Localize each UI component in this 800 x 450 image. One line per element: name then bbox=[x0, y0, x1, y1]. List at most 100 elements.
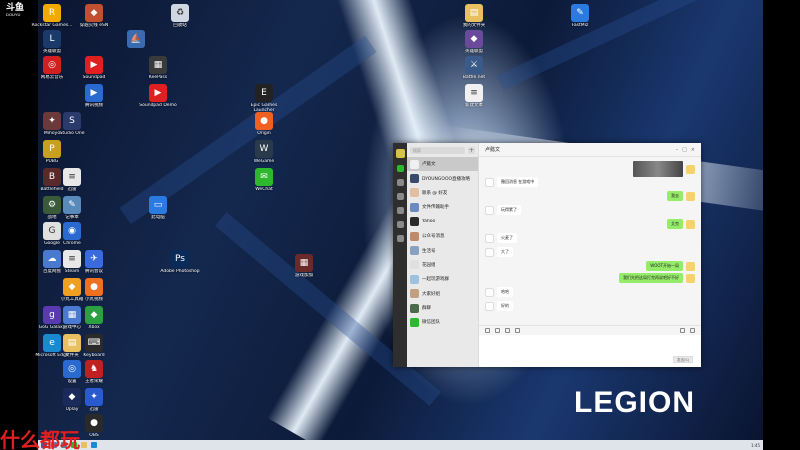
desktop-icon[interactable]: ✦ 迅雷 bbox=[74, 388, 114, 412]
conversation-item[interactable]: 文件传输助手 bbox=[407, 200, 478, 214]
clock[interactable]: 1:45 bbox=[751, 443, 760, 448]
avatar[interactable] bbox=[395, 149, 405, 158]
maximize-icon[interactable]: □ bbox=[682, 147, 687, 153]
minimize-icon[interactable]: – bbox=[676, 147, 679, 153]
avatar bbox=[485, 287, 494, 297]
desktop-icon[interactable]: ◆ Xbox bbox=[74, 306, 114, 330]
chat-message[interactable]: WOOT开始一局 bbox=[646, 261, 695, 271]
send-button[interactable]: 发送(S) bbox=[673, 356, 693, 363]
desktop-icon[interactable]: L 英雄联盟 bbox=[32, 30, 72, 54]
app-icon: ≡ bbox=[63, 168, 81, 186]
favorites-icon[interactable] bbox=[396, 193, 404, 200]
desktop-icon[interactable]: ● 小丸视频 bbox=[74, 278, 114, 302]
conversation-text: Yahoo bbox=[422, 219, 475, 224]
conversation-item[interactable]: 卢懿文 bbox=[407, 157, 478, 172]
chat-message[interactable]: 艾克 bbox=[667, 219, 695, 229]
desktop-icon-label: 新建文本 bbox=[465, 103, 483, 108]
desktop-icon[interactable]: ◆ 英雄联盟 bbox=[454, 30, 494, 54]
conversation-item[interactable]: 公众号消息 bbox=[407, 229, 478, 243]
message-bubble: 好的 bbox=[497, 301, 513, 311]
emoji-icon[interactable] bbox=[485, 328, 490, 333]
app-icon: ⚔ bbox=[465, 56, 483, 74]
desktop-icon[interactable]: ◆ 穿越火线 eSN bbox=[74, 4, 114, 28]
desktop-icon-label: 游戏加加 bbox=[295, 273, 313, 278]
desktop-icon[interactable]: ▦ 游戏加加 bbox=[284, 254, 324, 278]
message-input[interactable]: 发送(S) bbox=[479, 335, 701, 367]
conversation-item[interactable]: 微信团队 bbox=[407, 315, 478, 329]
desktop-icon[interactable]: ⚔ Battle.net bbox=[454, 56, 494, 80]
miniprogram-icon[interactable] bbox=[396, 235, 404, 242]
avatar bbox=[410, 217, 419, 227]
desktop-icon[interactable]: Ps Adobe Photoshop bbox=[160, 250, 200, 274]
folder-icon[interactable] bbox=[495, 328, 500, 333]
desktop-icon[interactable]: ● OBS bbox=[74, 414, 114, 438]
image-thumbnail[interactable] bbox=[633, 161, 683, 177]
conversation-item[interactable]: 联系 @ 好友 bbox=[407, 186, 478, 200]
chat-history-icon[interactable] bbox=[515, 328, 520, 333]
chat-message[interactable]: 玩得累了 bbox=[485, 205, 521, 215]
message-area: 撤回消息 在游戏中我去玩得累了艾克火麦了大了 WOOT开始一局我们先把这局打完再说… bbox=[479, 157, 701, 325]
app-icon: ♞ bbox=[85, 360, 103, 378]
desktop-icon-label: 腾讯视频 bbox=[85, 103, 103, 108]
message-bubble: 火麦了 bbox=[497, 233, 517, 243]
chat-icon[interactable] bbox=[396, 165, 404, 172]
explorer-icon[interactable] bbox=[81, 442, 87, 448]
desktop-icon[interactable]: ▭ 此电脑 bbox=[138, 196, 178, 220]
conversation-item[interactable]: DYOUNGOOO直播攻略 bbox=[407, 171, 478, 185]
conversation-item[interactable]: Yahoo bbox=[407, 215, 478, 229]
image-message[interactable] bbox=[633, 161, 695, 177]
desktop-icon[interactable]: S Studio One bbox=[52, 112, 92, 136]
chat-message[interactable]: 我们先把这局打完再说吧好不好 bbox=[619, 273, 695, 283]
conversation-name: 大家好组 bbox=[422, 291, 440, 297]
chat-message[interactable]: 火麦了 bbox=[485, 233, 517, 243]
chat-message[interactable]: 好的 bbox=[485, 301, 513, 311]
files-icon[interactable] bbox=[396, 207, 404, 214]
desktop-icon[interactable]: ⌨ Keyboard bbox=[74, 334, 114, 358]
chat-window[interactable]: 搜索 + 卢懿文 DYOUNGOOO直播攻略联系 @ 好友文件传输助手 Yahoo 公… bbox=[393, 143, 701, 367]
desktop-icon[interactable]: ◉ Chrome bbox=[52, 222, 92, 246]
desktop-icon[interactable]: ♞ 王者荣耀 bbox=[74, 360, 114, 384]
desktop-icon[interactable]: ▤ 我的文件夹 bbox=[454, 4, 494, 28]
desktop-icon[interactable]: ◎ 网易云音乐 bbox=[32, 56, 72, 80]
desktop-icon[interactable]: ▶ Soundpad bbox=[74, 56, 114, 80]
desktop-icon[interactable]: ≡ 迅雷 bbox=[52, 168, 92, 192]
desktop-icon[interactable]: ● Origin bbox=[244, 112, 284, 136]
conversation-item[interactable]: 大家好组 bbox=[407, 287, 478, 301]
desktop-icon[interactable]: ⛵ bbox=[116, 30, 156, 49]
conversation-name: 卢懿文 bbox=[422, 162, 436, 168]
avatar bbox=[686, 191, 695, 201]
moments-icon[interactable] bbox=[396, 221, 404, 228]
chat-message[interactable]: 哈哈 bbox=[485, 287, 513, 297]
desktop-icon[interactable]: W WeGame bbox=[244, 140, 284, 164]
video-icon[interactable] bbox=[690, 328, 695, 333]
edge-icon[interactable] bbox=[91, 442, 97, 448]
desktop-icon[interactable]: ♻ 回收站 bbox=[160, 4, 200, 28]
desktop-icon[interactable]: ▶ Soundpad Demo bbox=[138, 84, 178, 108]
search-input[interactable]: 搜索 bbox=[410, 146, 465, 154]
chat-message[interactable]: 我去 bbox=[667, 191, 695, 201]
desktop-icon[interactable]: ≡ Steam bbox=[52, 250, 92, 274]
conversation-text: 联系 @ 好友 bbox=[422, 190, 475, 196]
desktop-icon[interactable]: E Epic Games Launcher bbox=[244, 84, 284, 113]
app-icon: ♻ bbox=[171, 4, 189, 22]
desktop-icon[interactable]: ▦ KeePass bbox=[138, 56, 178, 80]
scissors-icon[interactable] bbox=[505, 328, 510, 333]
conversation-item[interactable]: 生活号 bbox=[407, 243, 478, 257]
desktop-icon[interactable]: ✎ FastMiz bbox=[560, 4, 600, 28]
close-icon[interactable]: × bbox=[691, 147, 695, 153]
chat-message[interactable]: 撤回消息 在游戏中 bbox=[485, 177, 539, 187]
chat-message[interactable]: 大了 bbox=[485, 247, 513, 257]
contacts-icon[interactable] bbox=[396, 179, 404, 186]
conversation-item[interactable]: 群聊 bbox=[407, 301, 478, 315]
desktop-icon[interactable]: ✉ WeChat bbox=[244, 168, 284, 192]
desktop-icon[interactable]: ≡ 新建文本 bbox=[454, 84, 494, 108]
avatar bbox=[410, 231, 419, 241]
conversation-item[interactable]: 花园组 bbox=[407, 258, 478, 272]
desktop-icon[interactable]: ✎ 记事本 bbox=[52, 196, 92, 220]
desktop-icon[interactable]: R Rockstar Games... bbox=[32, 4, 72, 28]
desktop-icon[interactable]: ▶ 腾讯视频 bbox=[74, 84, 114, 108]
phone-icon[interactable] bbox=[680, 328, 685, 333]
add-chat-button[interactable]: + bbox=[468, 146, 475, 154]
desktop-icon[interactable]: P PUBG bbox=[32, 140, 72, 164]
conversation-item[interactable]: 一起玩游戏群 bbox=[407, 272, 478, 286]
